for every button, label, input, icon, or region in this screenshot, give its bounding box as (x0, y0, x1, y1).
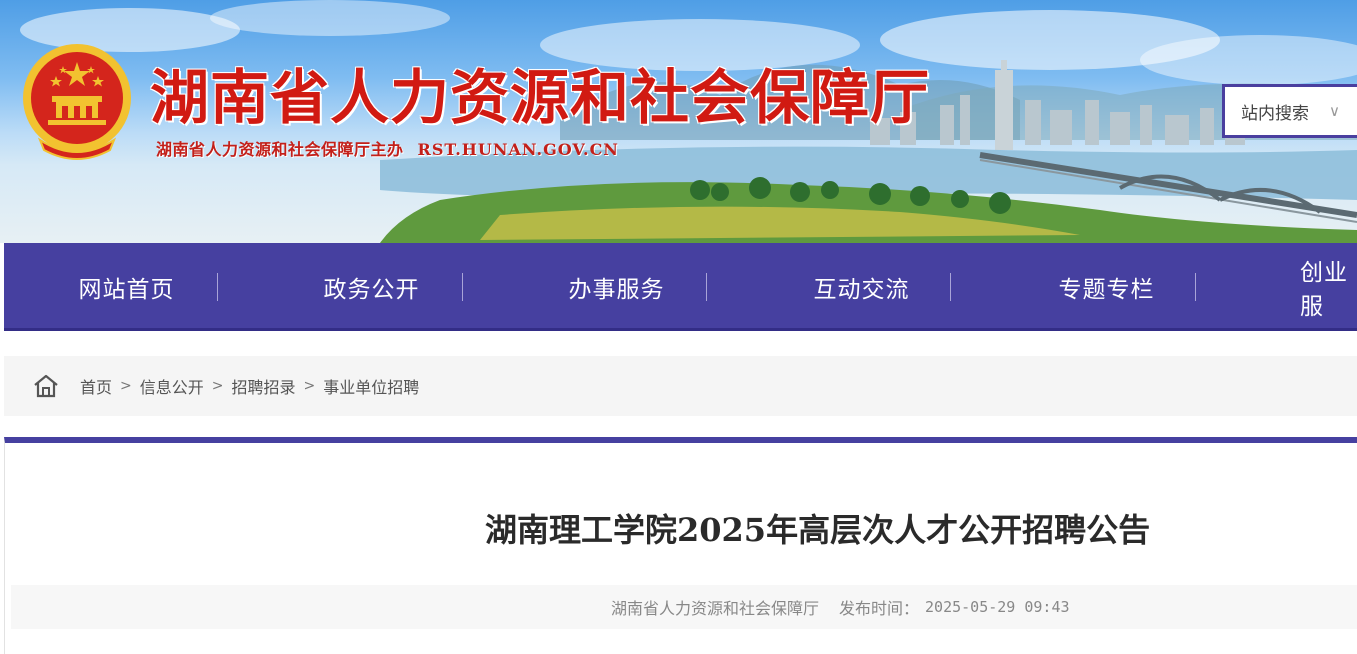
breadcrumb-separator: > (211, 378, 224, 394)
article-title: 湖南理工学院2025年高层次人才公开招聘公告 (485, 511, 1151, 549)
nav-item-entrepreneurship[interactable]: 创业服 (1229, 243, 1357, 331)
publish-time: 2025-05-29 09:43 (925, 598, 1070, 616)
site-subtitle: 湖南省人力资源和社会保障厅主办 RST.HUNAN.GOV.CN (156, 136, 619, 160)
nav-divider (706, 273, 707, 301)
site-title: 湖南省人力资源和社会保障厅 (150, 63, 931, 132)
site-sponsor-text: 湖南省人力资源和社会保障厅主办 (156, 140, 404, 159)
publish-time-label: 发布时间： (839, 599, 920, 618)
breadcrumb-separator: > (303, 378, 316, 394)
article-meta: 湖南省人力资源和社会保障厅 发布时间： 2025-05-29 09:43 (11, 585, 1357, 629)
article-source: 湖南省人力资源和社会保障厅 (611, 599, 820, 618)
nav-item-home[interactable]: 网站首页 (4, 243, 249, 331)
nav-item-services[interactable]: 办事服务 (494, 243, 739, 331)
nav-divider (950, 273, 951, 301)
header-banner: 湖南省人力资源和社会保障厅 湖南省人力资源和社会保障厅主办 RST.HUNAN.G… (0, 0, 1357, 243)
breadcrumb-item-home[interactable]: 首页 (80, 374, 112, 398)
breadcrumb-separator: > (120, 378, 132, 394)
nav-divider (1195, 273, 1196, 301)
site-domain-text: RST.HUNAN.GOV.CN (417, 140, 619, 159)
national-emblem-icon (23, 44, 131, 160)
article-container: 湖南理工学院2025年高层次人才公开招聘公告 湖南省人力资源和社会保障厅 发布时… (4, 437, 1357, 654)
nav-divider (217, 273, 218, 301)
breadcrumb: 首页 > 信息公开 > 招聘招录 > 事业单位招聘 (4, 356, 1357, 416)
nav-item-special-topics[interactable]: 专题专栏 (984, 243, 1229, 331)
main-nav: 网站首页 政务公开 办事服务 互动交流 专题专栏 创业服 (4, 243, 1357, 331)
breadcrumb-item-info-disclosure[interactable]: 信息公开 (140, 374, 204, 398)
breadcrumb-item-recruitment[interactable]: 招聘招录 (232, 374, 296, 398)
site-search-label: 站内搜索 (1241, 103, 1309, 124)
chevron-down-icon: ∨ (1329, 102, 1340, 120)
nav-divider (462, 273, 463, 301)
nav-item-interaction[interactable]: 互动交流 (739, 243, 984, 331)
site-search-dropdown[interactable]: 站内搜索 ∨ (1222, 84, 1357, 138)
nav-item-government-affairs[interactable]: 政务公开 (249, 243, 494, 331)
breadcrumb-item-public-institution-recruitment[interactable]: 事业单位招聘 (323, 374, 419, 398)
home-icon[interactable] (32, 372, 60, 400)
